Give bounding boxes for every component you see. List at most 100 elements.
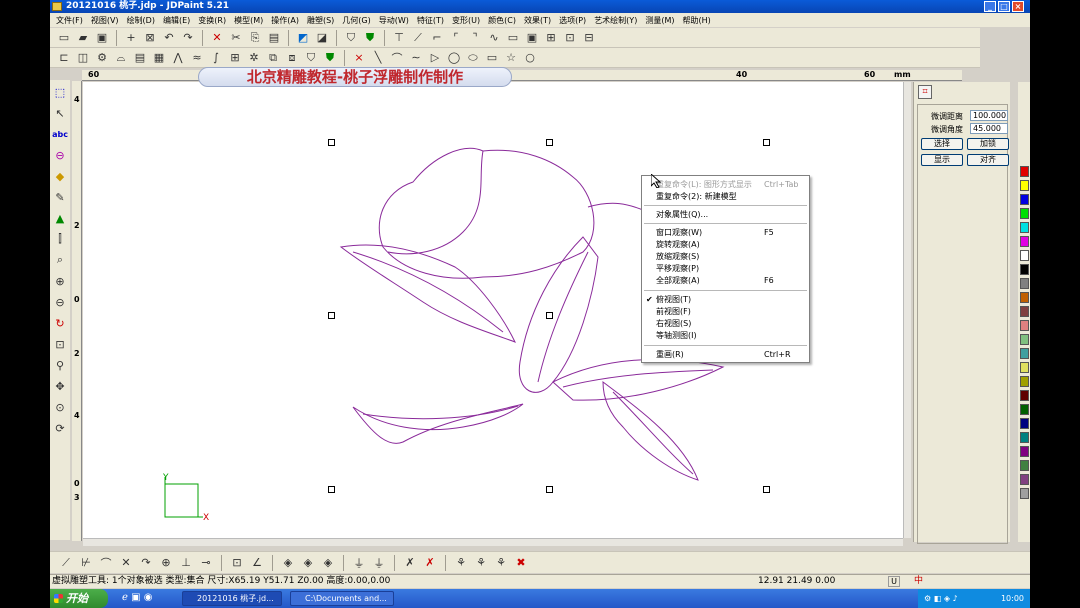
curve-icon[interactable]: ∼: [408, 50, 424, 66]
color-swatch[interactable]: [1020, 250, 1029, 261]
ime-indicator[interactable]: 中: [914, 575, 923, 588]
color-swatch[interactable]: [1020, 404, 1029, 415]
menu-item[interactable]: 测量(M): [641, 15, 678, 26]
select-button[interactable]: 选择: [921, 138, 963, 150]
color-swatch[interactable]: [1020, 376, 1029, 387]
crosshair-icon[interactable]: +: [123, 30, 139, 46]
trim-icon[interactable]: ⊤: [391, 30, 407, 46]
taskbar-item-explorer[interactable]: C:\Documents and...: [290, 591, 394, 606]
line-icon[interactable]: ╲: [370, 50, 386, 66]
text-tool-icon[interactable]: abc: [52, 126, 68, 142]
selection-handle[interactable]: [546, 312, 553, 319]
node-icon[interactable]: ◈: [280, 555, 296, 571]
rectangle-icon[interactable]: ▭: [484, 50, 500, 66]
perpendicular-icon[interactable]: ⊥: [178, 555, 194, 571]
menu-item[interactable]: 帮助(H): [678, 15, 714, 26]
save-file-icon[interactable]: ▣: [94, 30, 110, 46]
diamond-tool-icon[interactable]: ◆: [52, 168, 68, 184]
chamfer-icon[interactable]: ⌜: [448, 30, 464, 46]
horizontal-scrollbar[interactable]: [83, 538, 903, 546]
color-swatch[interactable]: [1020, 180, 1029, 191]
color-swatch[interactable]: [1020, 208, 1029, 219]
menu-item-repeat-display[interactable]: 重复命令(L): 图形方式显示 Ctrl+Tab: [642, 179, 809, 191]
grid-icon[interactable]: ▦: [151, 50, 167, 66]
node3-icon[interactable]: ◈: [320, 555, 336, 571]
open-file-icon[interactable]: ▰: [75, 30, 91, 46]
menu-item[interactable]: 雕塑(S): [303, 15, 338, 26]
refresh-icon[interactable]: ⟳: [52, 420, 68, 436]
delete-icon[interactable]: ✕: [209, 30, 225, 46]
tool-path-icon[interactable]: ⏚: [351, 555, 367, 571]
menu-item[interactable]: 颜色(C): [484, 15, 520, 26]
array-icon[interactable]: ⊞: [543, 30, 559, 46]
triangle-icon[interactable]: ▷: [427, 50, 443, 66]
menu-item-window-view[interactable]: 窗口观察(W) F5: [642, 227, 809, 239]
perp-snap-icon[interactable]: ⊬: [78, 555, 94, 571]
check-x2-icon[interactable]: ✗: [422, 555, 438, 571]
menu-item[interactable]: 编辑(E): [159, 15, 194, 26]
pointer-icon[interactable]: ↖: [52, 105, 68, 121]
menu-item-top-view[interactable]: ✔ 俯视图(T): [642, 294, 809, 306]
frame-icon[interactable]: ▣: [524, 30, 540, 46]
menu-item-right-view[interactable]: 右视图(S): [642, 318, 809, 330]
circle-icon[interactable]: ◯: [446, 50, 462, 66]
arc-snap-icon[interactable]: ⌒: [98, 555, 114, 571]
menu-item-pan-view[interactable]: 平移观察(P): [642, 263, 809, 275]
check-x-icon[interactable]: ✗: [402, 555, 418, 571]
menu-item[interactable]: 文件(F): [52, 15, 87, 26]
taskbar-item-jdpaint[interactable]: 20121016 桃子.jd...: [182, 591, 282, 606]
tangent-icon[interactable]: ⊸: [198, 555, 214, 571]
zoom-glass-icon[interactable]: ⚲: [52, 357, 68, 373]
point-snap-icon[interactable]: ⊡: [229, 555, 245, 571]
offset-icon[interactable]: ▭: [505, 30, 521, 46]
zigzag-icon[interactable]: ⋀: [170, 50, 186, 66]
maximize-button[interactable]: □: [998, 1, 1010, 12]
show-button[interactable]: 显示: [921, 154, 963, 166]
color-swatch[interactable]: [1020, 348, 1029, 359]
selection-handle[interactable]: [328, 312, 335, 319]
selection-handle[interactable]: [763, 486, 770, 493]
close-button[interactable]: ×: [1012, 1, 1024, 12]
menu-item-isometric-view[interactable]: 等轴测图(I): [642, 330, 809, 342]
menu-item[interactable]: 操作(A): [267, 15, 303, 26]
zoom-window-icon[interactable]: ⌕: [52, 252, 68, 268]
menu-item[interactable]: 视图(V): [87, 15, 123, 26]
desktop-icon[interactable]: ▣: [131, 592, 140, 603]
spline-icon[interactable]: ∫: [208, 50, 224, 66]
color-swatch[interactable]: [1020, 418, 1029, 429]
color-swatch[interactable]: [1020, 446, 1029, 457]
menu-item[interactable]: 特征(T): [413, 15, 448, 26]
extend-icon[interactable]: ⟋: [410, 30, 426, 46]
cancel-icon[interactable]: ✖: [513, 555, 529, 571]
ungroup-icon[interactable]: ⊟: [581, 30, 597, 46]
unit-indicator[interactable]: U: [888, 576, 900, 587]
menu-item[interactable]: 几何(G): [338, 15, 374, 26]
mark3-icon[interactable]: ⚘: [493, 555, 509, 571]
line-snap-icon[interactable]: ⟋: [58, 555, 74, 571]
paste-icon[interactable]: ▤: [266, 30, 282, 46]
node2-icon[interactable]: ◈: [300, 555, 316, 571]
tool-path2-icon[interactable]: ⏚: [371, 555, 387, 571]
brush-icon[interactable]: ⫿: [52, 231, 68, 247]
panel-tab-icon[interactable]: ⌗: [918, 85, 932, 99]
color-swatch[interactable]: [1020, 166, 1029, 177]
tray-icons[interactable]: ⚙ ◧ ◈ ♪: [924, 594, 958, 603]
pan-icon[interactable]: ✥: [52, 378, 68, 394]
color-swatch[interactable]: [1020, 292, 1029, 303]
menu-item-zoom-view[interactable]: 放缩观察(S): [642, 251, 809, 263]
color-swatch[interactable]: [1020, 334, 1029, 345]
menu-item[interactable]: 变换(R): [194, 15, 230, 26]
render-icon[interactable]: ◪: [314, 30, 330, 46]
color-swatch[interactable]: [1020, 222, 1029, 233]
vertical-scrollbar[interactable]: [903, 82, 911, 538]
selection-handle[interactable]: [546, 486, 553, 493]
mesh-icon[interactable]: ⊞: [227, 50, 243, 66]
ellipse-icon[interactable]: ⬭: [465, 50, 481, 66]
selection-handle[interactable]: [328, 486, 335, 493]
shading-icon[interactable]: ◩: [295, 30, 311, 46]
redo-icon[interactable]: ↷: [180, 30, 196, 46]
color-swatch[interactable]: [1020, 320, 1029, 331]
color-swatch[interactable]: [1020, 390, 1029, 401]
curve-snap-icon[interactable]: ↷: [138, 555, 154, 571]
ie-icon[interactable]: ℯ: [122, 592, 128, 603]
